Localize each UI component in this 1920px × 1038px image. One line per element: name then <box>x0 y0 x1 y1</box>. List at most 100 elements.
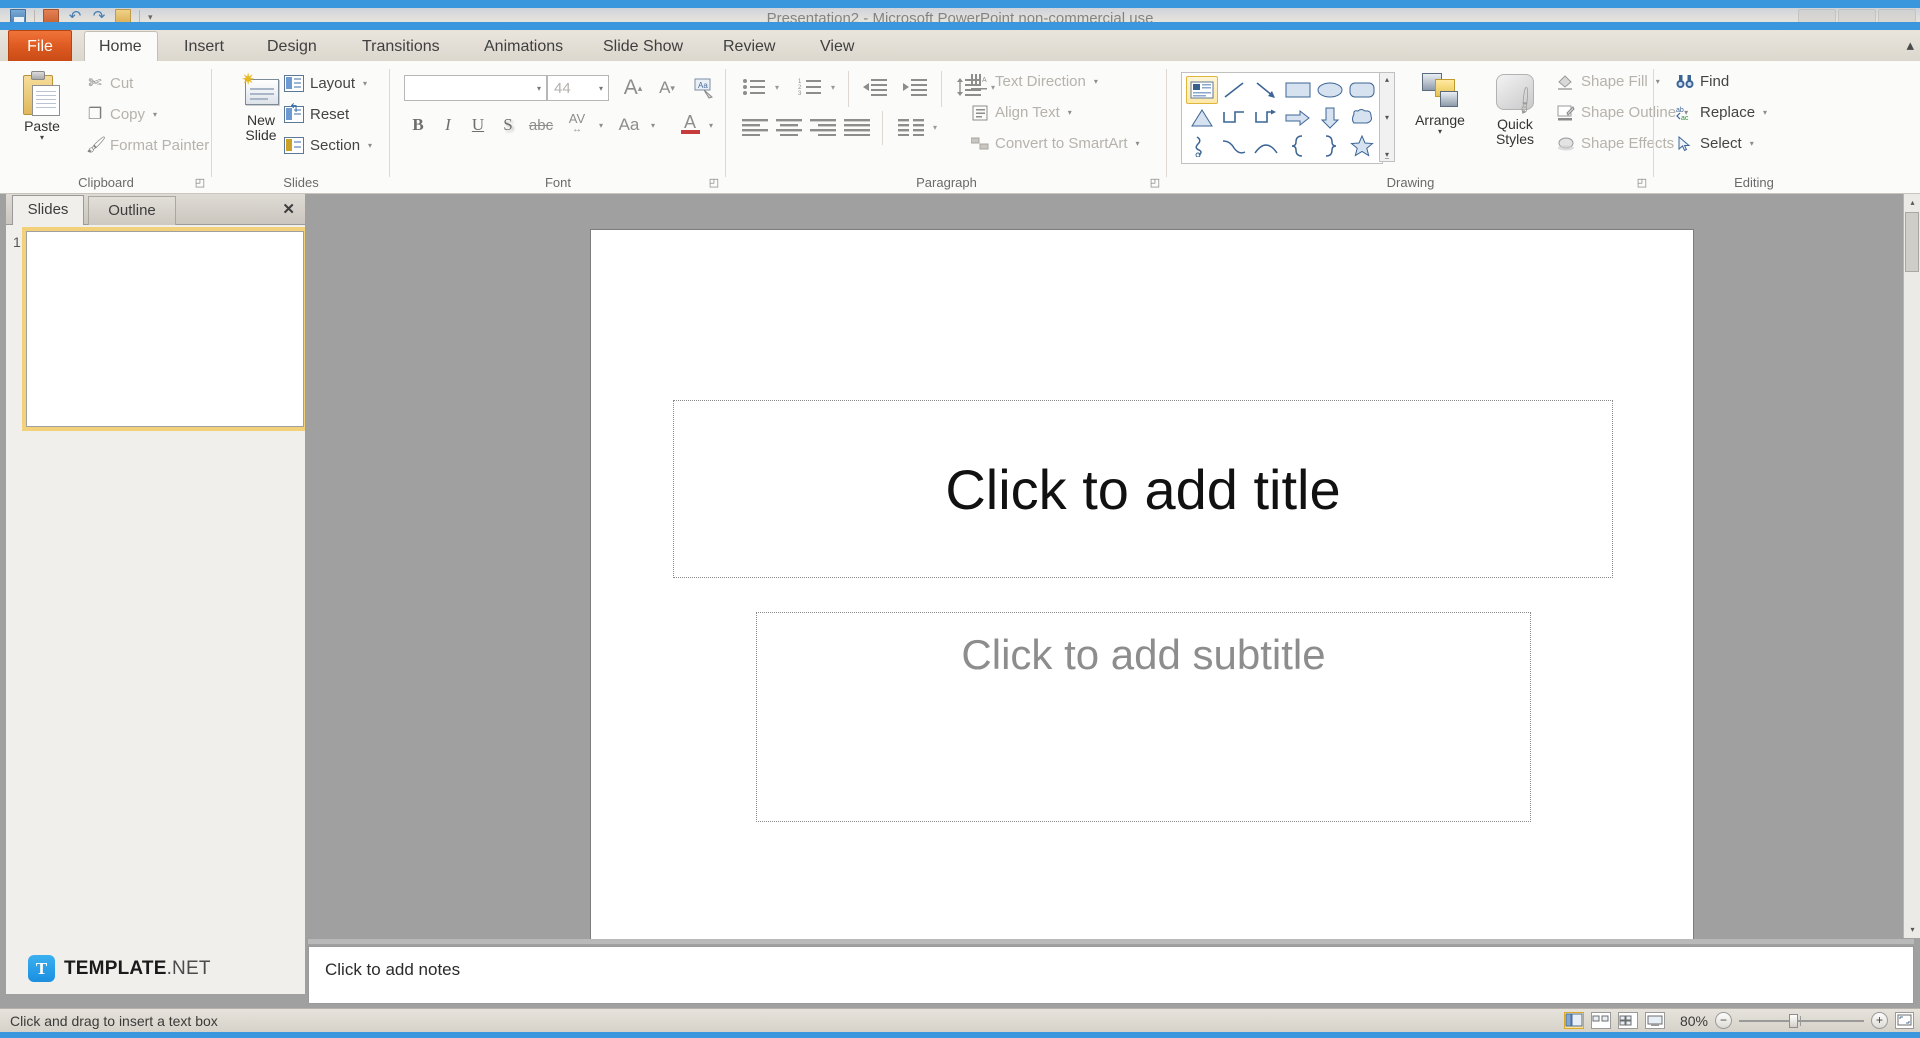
scrollbar-thumb[interactable] <box>1905 212 1919 272</box>
zoom-percentage[interactable]: 80% <box>1672 1013 1708 1029</box>
layout-dropdown-caret[interactable]: ▾ <box>363 79 367 88</box>
align-right-button[interactable] <box>806 113 840 141</box>
shape-rectangle[interactable] <box>1282 76 1314 104</box>
quick-styles-button[interactable]: 🖌 Quick Styles <box>1483 71 1547 147</box>
bullets-button[interactable] <box>738 73 770 101</box>
tab-design[interactable]: Design <box>253 32 331 62</box>
tab-slides[interactable]: Slides <box>12 195 84 225</box>
text-shadow-button[interactable]: S <box>494 111 522 139</box>
font-size-input[interactable]: 44 ▾ <box>547 75 609 101</box>
shape-fill-button[interactable]: Shape Fill ▾ <box>1557 73 1660 90</box>
font-color-button[interactable]: A <box>676 109 704 139</box>
replace-button[interactable]: ab ac Replace ▾ <box>1676 104 1767 121</box>
shape-oval[interactable] <box>1314 76 1346 104</box>
shape-rounded-rectangle[interactable] <box>1346 76 1378 104</box>
notes-pane[interactable]: Click to add notes <box>308 946 1914 1004</box>
vertical-scrollbar[interactable]: ▴ ▾ <box>1903 194 1920 938</box>
ribbon-tab-strip[interactable]: File Home Insert Design Transitions Anim… <box>0 30 1920 63</box>
window-controls[interactable] <box>1798 9 1916 22</box>
tab-animations[interactable]: Animations <box>470 32 577 62</box>
title-placeholder[interactable]: Click to add title <box>673 400 1613 578</box>
status-bar-right[interactable]: 80% − + <box>1564 1012 1914 1029</box>
align-text-caret[interactable]: ▾ <box>1068 108 1072 117</box>
tab-transitions[interactable]: Transitions <box>348 32 454 62</box>
align-center-button[interactable] <box>772 113 806 141</box>
zoom-in-button[interactable]: + <box>1871 1012 1888 1029</box>
tab-review[interactable]: Review <box>709 32 789 62</box>
zoom-slider-knob[interactable] <box>1789 1013 1798 1028</box>
zoom-slider[interactable] <box>1739 1013 1864 1029</box>
minimize-button[interactable] <box>1798 9 1836 22</box>
slide-sorter-icon[interactable] <box>1591 1012 1611 1029</box>
copy-dropdown-caret[interactable]: ▾ <box>153 110 157 119</box>
numbering-button[interactable]: 123 <box>794 73 826 101</box>
shapes-gallery-scrollbar[interactable]: ▴ ▾ ▾̲ <box>1379 72 1395 162</box>
slide-thumbnails-list[interactable]: 1 <box>6 225 308 994</box>
change-case-button[interactable]: Aa <box>612 111 646 139</box>
cut-button[interactable]: ✄ Cut <box>86 75 133 92</box>
shape-curve[interactable] <box>1218 132 1250 160</box>
shape-line[interactable] <box>1218 76 1250 104</box>
tab-slide-show[interactable]: Slide Show <box>589 32 697 62</box>
paragraph-dialog-launcher[interactable]: ◰ <box>1149 177 1161 189</box>
tab-view[interactable]: View <box>806 32 868 62</box>
shape-cloud-callout[interactable] <box>1346 104 1378 132</box>
paste-dropdown-caret[interactable]: ▾ <box>40 133 44 142</box>
normal-view-icon[interactable] <box>1564 1012 1584 1029</box>
font-size-dropdown-caret[interactable]: ▾ <box>599 84 603 93</box>
strikethrough-button[interactable]: abc <box>526 111 556 139</box>
numbering-caret[interactable]: ▾ <box>826 75 840 99</box>
columns-button[interactable] <box>894 113 928 141</box>
reset-button[interactable]: ↰ Reset <box>284 102 349 123</box>
shape-scribble[interactable] <box>1186 132 1218 160</box>
section-dropdown-caret[interactable]: ▾ <box>368 141 372 150</box>
paste-button[interactable]: Paste ▾ <box>10 71 74 142</box>
font-color-caret[interactable]: ▾ <box>704 113 718 137</box>
select-caret[interactable]: ▾ <box>1750 139 1754 148</box>
font-name-dropdown-caret[interactable]: ▾ <box>537 84 541 93</box>
increase-indent-button[interactable] <box>899 73 931 101</box>
tab-home[interactable]: Home <box>84 31 158 63</box>
replace-caret[interactable]: ▾ <box>1763 108 1767 117</box>
shape-down-arrow[interactable] <box>1314 104 1346 132</box>
slide-show-icon[interactable] <box>1645 1012 1665 1029</box>
shape-right-arrow[interactable] <box>1282 104 1314 132</box>
tab-outline[interactable]: Outline <box>88 196 176 225</box>
change-case-caret[interactable]: ▾ <box>646 113 660 137</box>
shape-text-box[interactable] <box>1186 76 1218 104</box>
font-dialog-launcher[interactable]: ◰ <box>708 177 720 189</box>
tab-file[interactable]: File <box>8 30 72 62</box>
italic-button[interactable]: I <box>434 111 462 139</box>
shape-triangle[interactable] <box>1186 104 1218 132</box>
slide-canvas[interactable]: Click to add title Click to add subtitle <box>590 229 1694 942</box>
scroll-down-icon[interactable]: ▾ <box>1904 921 1920 938</box>
reading-view-icon[interactable] <box>1618 1012 1638 1029</box>
columns-caret[interactable]: ▾ <box>928 115 942 139</box>
format-painter-button[interactable]: 🖌 Format Painter <box>86 137 209 154</box>
close-panel-icon[interactable]: ✕ <box>282 200 295 218</box>
arrange-button[interactable]: Arrange ▾ <box>1403 71 1477 136</box>
shapes-scroll-down-icon[interactable]: ▾ <box>1385 113 1389 122</box>
select-button[interactable]: Select ▾ <box>1676 135 1754 152</box>
find-button[interactable]: Find <box>1676 73 1729 90</box>
arrange-dropdown-caret[interactable]: ▾ <box>1438 127 1442 136</box>
subtitle-placeholder[interactable]: Click to add subtitle <box>756 612 1531 822</box>
notes-splitter[interactable] <box>308 939 1914 944</box>
increase-font-size-button[interactable]: A ▴ <box>618 75 648 101</box>
decrease-indent-button[interactable] <box>859 73 891 101</box>
justify-button[interactable] <box>840 113 874 141</box>
layout-button[interactable]: Layout ▾ <box>284 75 367 92</box>
bullets-caret[interactable]: ▾ <box>770 75 784 99</box>
section-button[interactable]: Section ▾ <box>284 137 372 154</box>
character-spacing-button[interactable]: AV ↔ <box>560 109 594 139</box>
text-direction-button[interactable]: A Text Direction ▾ <box>971 73 1098 90</box>
scroll-up-icon[interactable]: ▴ <box>1904 194 1920 211</box>
help-icon[interactable]: ▴ <box>1906 36 1914 54</box>
align-left-button[interactable] <box>738 113 772 141</box>
maximize-button[interactable] <box>1838 9 1876 22</box>
shape-right-brace[interactable] <box>1314 132 1346 160</box>
font-name-input[interactable]: ▾ <box>404 75 547 101</box>
shape-left-brace[interactable] <box>1282 132 1314 160</box>
clear-formatting-button[interactable]: Aa <box>690 73 720 103</box>
shapes-gallery-more-icon[interactable]: ▾̲ <box>1385 150 1389 159</box>
